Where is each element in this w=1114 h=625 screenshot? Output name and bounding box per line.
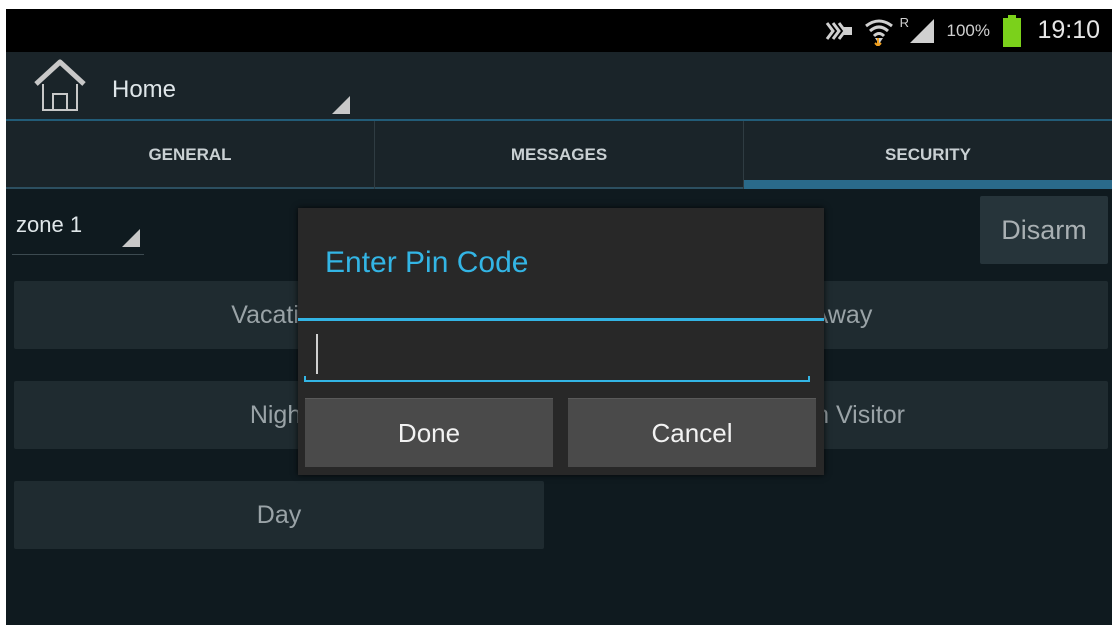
nfc-icon [824, 9, 854, 52]
pin-code-dialog: Enter Pin Code Done Cancel [298, 208, 824, 475]
battery-icon [1002, 9, 1022, 52]
tab-messages[interactable]: MESSAGES [375, 121, 744, 189]
input-underline-tick [808, 376, 810, 382]
app-screen: R 100% 19:10 Home GENERAL MESSAGES SECUR… [6, 9, 1112, 625]
done-button[interactable]: Done [305, 398, 553, 467]
action-bar: Home [6, 52, 1112, 121]
battery-percent: 100% [946, 20, 990, 40]
pin-code-input[interactable] [324, 334, 798, 376]
input-underline [304, 380, 810, 382]
text-cursor [316, 334, 318, 374]
status-time: 19:10 [1037, 16, 1100, 44]
cancel-button[interactable]: Cancel [568, 398, 816, 467]
pin-code-field[interactable] [304, 330, 810, 382]
page-title[interactable]: Home [112, 76, 176, 104]
roaming-indicator: R [899, 15, 909, 30]
tab-indicator-active [744, 180, 1112, 189]
tab-label: GENERAL [148, 145, 232, 164]
tab-label: SECURITY [885, 145, 971, 164]
dropdown-caret-icon[interactable] [332, 96, 350, 114]
signal-icon: R [900, 9, 934, 52]
tab-indicator [6, 187, 374, 189]
tab-security[interactable]: SECURITY [744, 121, 1112, 189]
day-button[interactable]: Day [14, 481, 544, 549]
dialog-title: Enter Pin Code [325, 246, 529, 279]
tab-indicator [375, 187, 743, 189]
tab-general[interactable]: GENERAL [6, 121, 375, 189]
dropdown-caret-icon[interactable] [122, 229, 140, 247]
tab-label: MESSAGES [510, 145, 608, 164]
status-bar: R 100% 19:10 [6, 9, 1112, 52]
dialog-divider [298, 318, 824, 321]
tab-bar: GENERAL MESSAGES SECURITY [6, 121, 1112, 189]
disarm-button[interactable]: Disarm [980, 196, 1108, 264]
zone-selector[interactable]: zone 1 [16, 212, 82, 238]
home-icon[interactable] [34, 58, 86, 114]
wifi-icon [864, 9, 894, 52]
divider [12, 254, 144, 255]
input-underline-tick [304, 376, 306, 382]
